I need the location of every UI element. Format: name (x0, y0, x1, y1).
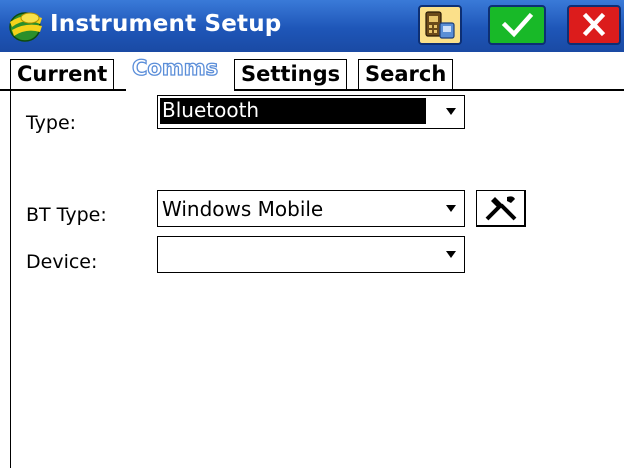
window-title: Instrument Setup (50, 11, 282, 37)
ok-button[interactable] (488, 5, 546, 45)
tab-comms[interactable]: Comms (126, 53, 225, 90)
tools-icon (485, 196, 517, 221)
checkmark-icon (501, 12, 534, 38)
app-logo-icon (9, 12, 42, 42)
type-label: Type: (26, 112, 77, 134)
chevron-down-icon (446, 251, 456, 258)
tab-current[interactable]: Current (10, 59, 115, 89)
type-value: Bluetooth (160, 98, 426, 124)
bt-settings-button[interactable] (476, 190, 526, 227)
device-label: Device: (26, 251, 98, 273)
bt-type-value: Windows Mobile (162, 197, 324, 221)
tab-search[interactable]: Search (358, 59, 454, 89)
tab-strip: Current Comms Settings Search (0, 52, 624, 90)
instrument-button[interactable] (418, 5, 462, 45)
instrument-icon (425, 11, 455, 39)
bt-type-label: BT Type: (26, 204, 107, 226)
close-icon (582, 12, 606, 37)
bt-type-dropdown[interactable]: Windows Mobile (157, 190, 465, 227)
chevron-down-icon (446, 108, 456, 115)
chevron-down-icon (446, 205, 456, 212)
title-bar: Instrument Setup (0, 0, 624, 52)
tab-settings[interactable]: Settings (234, 59, 348, 89)
device-dropdown[interactable] (157, 236, 465, 273)
cancel-button[interactable] (567, 5, 621, 45)
comms-panel: Type: Bluetooth BT Type: Windows Mobile … (10, 91, 624, 468)
type-dropdown[interactable]: Bluetooth (157, 95, 465, 129)
